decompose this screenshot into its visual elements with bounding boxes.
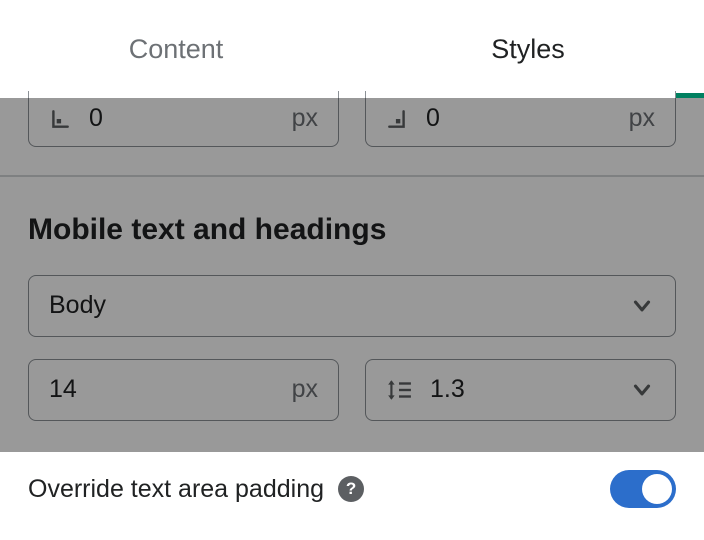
padding-bottom-right-value: 0 bbox=[426, 104, 629, 133]
text-style-select[interactable]: Body bbox=[28, 275, 676, 337]
padding-bottom-left-icon bbox=[49, 108, 71, 130]
padding-bottom-right-field[interactable]: 0 px bbox=[365, 91, 676, 147]
tab-content[interactable]: Content bbox=[0, 0, 352, 98]
padding-bottom-right-unit: px bbox=[629, 104, 655, 133]
help-icon[interactable]: ? bbox=[338, 476, 364, 502]
tabs: Content Styles bbox=[0, 0, 704, 98]
chevron-down-icon bbox=[629, 377, 655, 403]
override-padding-label: Override text area padding bbox=[28, 475, 324, 504]
padding-bottom-left-value: 0 bbox=[89, 104, 292, 133]
font-metrics-row: 14 px 1.3 bbox=[28, 359, 676, 421]
chevron-down-icon bbox=[629, 293, 655, 319]
section-title: Mobile text and headings bbox=[28, 213, 676, 247]
override-padding-row: Override text area padding ? bbox=[28, 470, 676, 508]
padding-bottom-row: 0 px 0 px bbox=[28, 91, 676, 147]
padding-bottom-right-icon bbox=[386, 108, 408, 130]
padding-bottom-left-unit: px bbox=[292, 104, 318, 133]
text-style-select-row: Body bbox=[28, 275, 676, 337]
section-divider bbox=[0, 175, 704, 177]
override-padding-toggle[interactable] bbox=[610, 470, 676, 508]
line-height-select[interactable]: 1.3 bbox=[365, 359, 676, 421]
tab-content-label: Content bbox=[129, 34, 224, 65]
line-height-value: 1.3 bbox=[430, 375, 629, 404]
tab-styles-label: Styles bbox=[491, 34, 565, 65]
font-size-unit: px bbox=[292, 375, 318, 404]
text-style-select-label: Body bbox=[49, 291, 629, 320]
font-size-value: 14 bbox=[49, 375, 292, 404]
font-size-field[interactable]: 14 px bbox=[28, 359, 339, 421]
padding-bottom-left-field[interactable]: 0 px bbox=[28, 91, 339, 147]
tab-styles[interactable]: Styles bbox=[352, 0, 704, 98]
toggle-knob bbox=[642, 474, 672, 504]
line-height-icon bbox=[386, 378, 412, 402]
